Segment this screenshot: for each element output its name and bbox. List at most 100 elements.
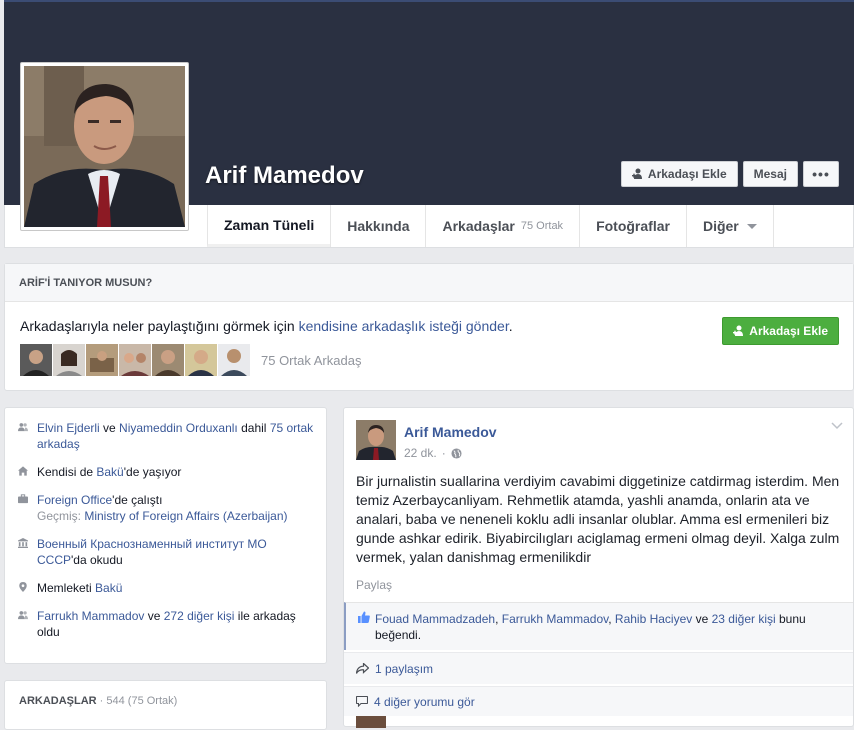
tab-friends-mutual-count: 75 Ortak xyxy=(520,220,564,232)
intro-text: ve xyxy=(144,609,164,623)
likes-text: ve xyxy=(692,612,712,626)
post-text: Bir jurnalistin suallarina verdiyim cava… xyxy=(356,473,840,565)
do-you-know-box: ARİF'İ TANIYOR MUSUN? Arkadaşlarıyla nel… xyxy=(4,263,854,391)
message-button[interactable]: Mesaj xyxy=(742,161,798,187)
intro-friends-with: Farrukh Mammadov ve 272 diğer kişi ile a… xyxy=(17,608,314,640)
home-icon xyxy=(18,466,28,476)
more-dots-icon: ••• xyxy=(812,166,830,182)
lives-in-link[interactable]: Bakü xyxy=(96,465,123,479)
mutual-friend-avatar[interactable] xyxy=(185,344,217,376)
do-you-know-text-suffix: . xyxy=(508,318,513,334)
mutual-friend-link[interactable]: Niyameddin Orduxanlı xyxy=(119,421,238,435)
intro-text: 'de çalıştı xyxy=(112,493,163,507)
intro-work: Foreign Office'de çalıştı Geçmiş: Minist… xyxy=(17,492,314,524)
post-author-avatar[interactable] xyxy=(356,420,396,460)
post-time-text[interactable]: 22 dk. xyxy=(404,446,437,460)
profile-photo-image xyxy=(24,66,185,227)
do-you-know-text-prefix: Arkadaşlarıyla neler paylaştığını görmek… xyxy=(20,318,299,334)
chevron-down-icon[interactable] xyxy=(831,422,843,430)
friend-link[interactable]: Farrukh Mammadov xyxy=(37,609,144,623)
friends-box: ARKADAŞLAR · 544 (75 Ortak) xyxy=(4,680,327,730)
like-thumb-icon xyxy=(358,611,370,623)
add-friend-icon xyxy=(733,325,744,336)
tab-more-label: Diğer xyxy=(702,218,739,234)
separator: · xyxy=(441,446,446,460)
message-label: Mesaj xyxy=(753,167,787,181)
profile-picture[interactable] xyxy=(20,62,189,231)
friends-box-title[interactable]: ARKADAŞLAR xyxy=(19,695,97,707)
post-timestamp: 22 dk. · xyxy=(404,446,462,460)
intro-lives-in: Kendisi de Bakü'de yaşıyor xyxy=(17,464,314,480)
tab-friends[interactable]: Arkadaşlar 75 Ortak xyxy=(425,205,579,247)
intro-text: dahil xyxy=(237,421,270,435)
post-comments-row[interactable]: 4 diğer yorumu gör xyxy=(344,686,853,716)
location-pin-icon xyxy=(19,582,27,592)
school-icon xyxy=(18,538,28,548)
tab-timeline[interactable]: Zaman Tüneli xyxy=(207,205,331,247)
tab-friends-label: Arkadaşlar xyxy=(442,218,515,234)
liker-link[interactable]: Rahib Haciyev xyxy=(615,612,692,626)
liker-link[interactable]: Fouad Mammadzadeh xyxy=(375,612,495,626)
mutual-friend-avatar[interactable] xyxy=(218,344,250,376)
do-you-know-heading: ARİF'İ TANIYOR MUSUN? xyxy=(5,264,853,302)
add-friend-green-button[interactable]: Arkadaşı Ekle xyxy=(722,317,839,345)
add-friend-label: Arkadaşı Ekle xyxy=(647,167,727,181)
commenter-avatar[interactable] xyxy=(356,716,386,728)
friends-box-count: · 544 (75 Ortak) xyxy=(96,695,178,707)
friends-icon xyxy=(18,611,28,620)
comment-bubble-icon xyxy=(356,696,368,707)
mutual-friends-count[interactable]: 75 Ortak Arkadaş xyxy=(261,353,361,368)
tab-about-label: Hakkında xyxy=(347,218,410,234)
tab-photos[interactable]: Fotoğraflar xyxy=(579,205,686,247)
timeline-tabs: Zaman Tüneli Hakkında Arkadaşlar 75 Orta… xyxy=(207,205,774,247)
mutual-friend-avatar[interactable] xyxy=(53,344,85,376)
liker-link[interactable]: Farrukh Mammadov xyxy=(502,612,608,626)
intro-text: 'da okudu xyxy=(71,553,123,567)
do-you-know-text: Arkadaşlarıyla neler paylaştığını görmek… xyxy=(20,318,513,334)
tab-more[interactable]: Diğer xyxy=(685,205,774,247)
share-arrow-icon xyxy=(356,663,369,674)
intro-hometown: Memleketi Bakü xyxy=(17,580,314,596)
hometown-link[interactable]: Bakü xyxy=(95,581,122,595)
profile-name[interactable]: Arif Mamedov xyxy=(205,162,364,190)
tab-timeline-label: Zaman Tüneli xyxy=(224,216,315,233)
intro-mutual-friends: Elvin Ejderli ve Niyameddin Orduxanlı da… xyxy=(17,420,314,452)
mutual-friend-link[interactable]: Elvin Ejderli xyxy=(37,421,100,435)
past-work-label: Geçmiş: xyxy=(37,509,85,523)
intro-text: 'de yaşıyor xyxy=(123,465,182,479)
mutual-friend-avatar[interactable] xyxy=(119,344,151,376)
intro-box: Elvin Ejderli ve Niyameddin Orduxanlı da… xyxy=(4,407,327,664)
mutual-friend-avatar[interactable] xyxy=(152,344,184,376)
add-friend-green-label: Arkadaşı Ekle xyxy=(749,324,828,338)
tab-about[interactable]: Hakkında xyxy=(330,205,425,247)
mutual-friend-avatar[interactable] xyxy=(20,344,52,376)
globe-icon[interactable] xyxy=(451,447,462,459)
more-options-button[interactable]: ••• xyxy=(803,161,839,187)
timeline-post: Arif Mamedov 22 dk. · Bir jurnalistin su… xyxy=(343,407,854,728)
add-friend-icon xyxy=(631,168,642,179)
add-friend-button[interactable]: Arkadaşı Ekle xyxy=(620,161,738,187)
friends-icon xyxy=(18,423,28,432)
cover-actions: Arkadaşı Ekle Mesaj ••• xyxy=(620,161,839,187)
intro-text: ve xyxy=(99,421,120,435)
mutual-friends-faces: 75 Ortak Arkadaş xyxy=(20,344,361,376)
likes-separator: , xyxy=(608,612,615,626)
briefcase-icon xyxy=(18,494,28,504)
likes-separator: , xyxy=(495,612,502,626)
post-shares-row[interactable]: 1 paylaşım xyxy=(344,652,853,684)
other-friends-link[interactable]: 272 diğer kişi xyxy=(164,609,235,623)
view-more-comments-link[interactable]: 4 diğer yorumu gör xyxy=(374,695,475,709)
intro-text: Kendisi de xyxy=(37,465,97,479)
employer-link[interactable]: Foreign Office xyxy=(37,493,112,507)
intro-education: Военный Краснознаменный институт МО СССР… xyxy=(17,536,314,568)
tab-photos-label: Fotoğraflar xyxy=(596,218,670,234)
mutual-friend-avatar[interactable] xyxy=(86,344,118,376)
chevron-down-icon xyxy=(746,223,757,229)
send-friend-request-link[interactable]: kendisine arkadaşlık isteği gönder xyxy=(299,318,509,334)
intro-text: Memleketi xyxy=(37,581,96,595)
past-employer-link[interactable]: Ministry of Foreign Affairs (Azerbaijan) xyxy=(84,509,287,523)
post-author-name[interactable]: Arif Mamedov xyxy=(404,424,497,440)
other-likers-link[interactable]: 23 diğer kişi xyxy=(712,612,776,626)
share-button[interactable]: Paylaş xyxy=(356,578,392,592)
shares-count[interactable]: 1 paylaşım xyxy=(375,662,433,676)
